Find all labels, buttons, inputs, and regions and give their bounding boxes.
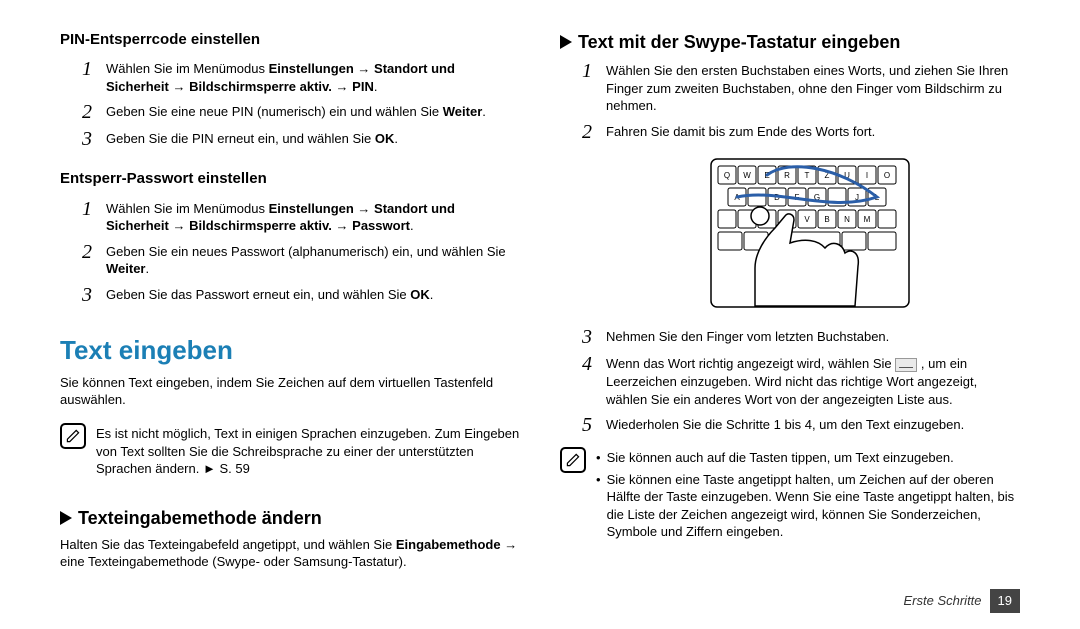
footer-section: Erste Schritte (904, 592, 982, 610)
step-text: Wiederholen Sie die Schritte 1 bis 4, um… (606, 414, 1020, 435)
svg-text:B: B (824, 215, 829, 224)
step-number: 1 (582, 60, 596, 115)
note-icon (60, 423, 86, 449)
numbered-step: 1 Wählen Sie im Menümodus Einstellungen →… (60, 198, 520, 235)
svg-text:I: I (866, 171, 868, 180)
pin-title: PIN-Entsperrcode einstellen (60, 30, 520, 50)
step-text: Wählen Sie im Menümodus Einstellungen → … (106, 58, 520, 95)
chevron-right-icon (560, 35, 572, 49)
method-body: Halten Sie das Texteingabefeld angetippt… (60, 536, 520, 571)
step-text: Wählen Sie den ersten Buchstaben eines W… (606, 60, 1020, 115)
swype-heading: Text mit der Swype-Tastatur eingeben (560, 30, 1020, 54)
step-number: 1 (82, 58, 96, 95)
language-note: Es ist nicht möglich, Text in einigen Sp… (60, 423, 520, 478)
svg-text:O: O (884, 171, 890, 180)
swype-tips: Sie können auch auf die Tasten tippen, u… (560, 447, 1020, 545)
numbered-step: 1Wählen Sie den ersten Buchstaben eines … (560, 60, 1020, 115)
svg-text:W: W (743, 171, 751, 180)
step-number: 3 (82, 284, 96, 305)
page-number: 19 (990, 589, 1020, 613)
svg-text:T: T (805, 171, 810, 180)
swype-steps-a: 1Wählen Sie den ersten Buchstaben eines … (560, 60, 1020, 148)
numbered-step: 5 Wiederholen Sie die Schritte 1 bis 4, u… (560, 414, 1020, 435)
step-text: Geben Sie die PIN erneut ein, und wählen… (106, 128, 520, 149)
note-body: Es ist nicht möglich, Text in einigen Sp… (96, 423, 520, 478)
step-text: Nehmen Sie den Finger vom letzten Buchst… (606, 326, 1020, 347)
numbered-step: 2 Geben Sie ein neues Passwort (alphanume… (60, 241, 520, 278)
pin-steps: 1 Wählen Sie im Menümodus Einstellungen →… (60, 58, 520, 155)
step-text: Wenn das Wort richtig angezeigt wird, wä… (606, 353, 1020, 408)
numbered-step: 4Wenn das Wort richtig angezeigt wird, w… (560, 353, 1020, 408)
svg-text:R: R (784, 171, 790, 180)
step-number: 2 (82, 101, 96, 122)
numbered-step: 3 Geben Sie die PIN erneut ein, und wähle… (60, 128, 520, 149)
swype-steps-b: 3 Nehmen Sie den Finger vom letzten Buchs… (560, 326, 1020, 441)
text-intro: Sie können Text eingeben, indem Sie Zeic… (60, 374, 520, 409)
swype-tips-body: Sie können auch auf die Tasten tippen, u… (596, 447, 1020, 545)
numbered-step: 2 Fahren Sie damit bis zum Ende des Worts… (560, 121, 1020, 142)
step-number: 5 (582, 414, 596, 435)
step-number: 3 (582, 326, 596, 347)
svg-text:M: M (864, 215, 871, 224)
step-number: 2 (582, 121, 596, 142)
step-number: 4 (582, 353, 596, 408)
left-column: PIN-Entsperrcode einstellen 1 Wählen Sie … (60, 30, 520, 609)
svg-text:V: V (804, 215, 810, 224)
swype-keyboard-illustration: QWERTZUIO ADFGJL CVBNM (600, 158, 1020, 313)
footer: Erste Schritte 19 (904, 589, 1021, 613)
step-text: Geben Sie ein neues Passwort (alphanumer… (106, 241, 520, 278)
step-text: Wählen Sie im Menümodus Einstellungen → … (106, 198, 520, 235)
method-heading: Texteingabemethode ändern (60, 506, 520, 530)
tip-item: Sie können eine Taste angetippt halten, … (596, 471, 1020, 541)
right-column: Text mit der Swype-Tastatur eingeben 1Wä… (560, 30, 1020, 609)
numbered-step: 3 Nehmen Sie den Finger vom letzten Buchs… (560, 326, 1020, 347)
tip-item: Sie können auch auf die Tasten tippen, u… (596, 449, 1020, 467)
step-number: 1 (82, 198, 96, 235)
space-key-icon (895, 358, 917, 372)
chevron-right-icon (60, 511, 72, 525)
step-text: Geben Sie das Passwort erneut ein, und w… (106, 284, 520, 305)
svg-text:N: N (844, 215, 850, 224)
numbered-step: 1 Wählen Sie im Menümodus Einstellungen →… (60, 58, 520, 95)
numbered-step: 2 Geben Sie eine neue PIN (numerisch) ein… (60, 101, 520, 122)
step-text: Geben Sie eine neue PIN (numerisch) ein … (106, 101, 520, 122)
pw-title: Entsperr-Passwort einstellen (60, 169, 520, 189)
step-number: 2 (82, 241, 96, 278)
step-text: Fahren Sie damit bis zum Ende des Worts … (606, 121, 1020, 142)
note-icon (560, 447, 586, 473)
pw-steps: 1 Wählen Sie im Menümodus Einstellungen →… (60, 198, 520, 311)
numbered-step: 3 Geben Sie das Passwort erneut ein, und … (60, 284, 520, 305)
step-number: 3 (82, 128, 96, 149)
svg-text:Q: Q (724, 171, 730, 180)
text-heading: Text eingeben (60, 333, 520, 368)
